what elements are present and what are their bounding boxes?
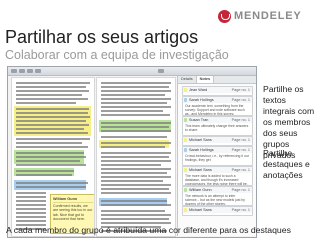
annotation-author: Sarah Hollings bbox=[189, 98, 214, 102]
annotation-page: Page no. 1 bbox=[231, 88, 250, 92]
note-tool-icon[interactable] bbox=[35, 69, 41, 73]
annotation-text: Crowd-behaviour, i.e., by referencing it… bbox=[185, 154, 249, 162]
annotation-card[interactable]: Michael Sans Page no. 1 bbox=[182, 136, 253, 146]
annotation-card[interactable]: Sarah Hollings Page no. 1 Crowd-behaviour,… bbox=[182, 146, 253, 166]
annotation-card[interactable]: Jean Ward Page no. 1 bbox=[182, 86, 253, 96]
annotation-header: Sarah Hollings Page no. 1 bbox=[183, 147, 252, 153]
annotation-author: Michael Sans bbox=[189, 208, 212, 212]
annotation-author: William Gunn bbox=[189, 188, 212, 192]
annotation-card[interactable]: Sarah Hollings Page no. 1 Our academic tex… bbox=[182, 96, 253, 116]
slide-subtitle: Colaborar com a equipa de investigação bbox=[5, 48, 229, 62]
pdf-page-left: William Gunn Confirmed results, we are s… bbox=[11, 77, 95, 237]
annotation-color-swatch bbox=[184, 148, 187, 152]
annotation-text: Our academic text, something from the su… bbox=[185, 104, 245, 116]
pdf-viewer-toolbar bbox=[8, 67, 256, 76]
annotation-color-swatch bbox=[184, 138, 187, 142]
caption-highlights: Partilhe destaques e anotações bbox=[263, 148, 310, 180]
brand-name: MENDELEY bbox=[234, 10, 302, 22]
annotation-header: Michael Sans Page no. 1 bbox=[183, 167, 252, 173]
forward-icon[interactable] bbox=[19, 69, 25, 73]
annotation-page: Page no. 1 bbox=[231, 148, 250, 152]
highlight-tool-icon[interactable] bbox=[27, 69, 33, 73]
sticky-note-author: William Gunn bbox=[53, 197, 93, 203]
caption-bottom: A cada membro do grupo é atribuída uma c… bbox=[6, 225, 291, 235]
mendeley-logo: MENDELEY bbox=[218, 8, 302, 24]
annotation-color-swatch bbox=[184, 208, 187, 212]
annotation-color-swatch bbox=[184, 88, 187, 92]
annotation-card[interactable]: William Gunn Page no. 1 The network is an … bbox=[182, 186, 253, 206]
annotation-text: The network is an attempt to infer scien… bbox=[185, 194, 245, 206]
annotation-color-swatch bbox=[184, 98, 187, 102]
annotation-color-swatch bbox=[184, 118, 187, 122]
annotations-panel: Details Notes Jean Ward Page no. 1 Sarah H… bbox=[177, 76, 256, 236]
tab-notes[interactable]: Notes bbox=[196, 76, 215, 83]
annotation-header: William Gunn Page no. 1 bbox=[183, 187, 252, 193]
tab-details[interactable]: Details bbox=[178, 76, 197, 83]
annotation-color-swatch bbox=[184, 188, 187, 192]
app-screenshot: William Gunn Confirmed results, we are s… bbox=[7, 66, 257, 238]
annotation-header: Jean Ward Page no. 1 bbox=[183, 87, 252, 93]
annotation-page: Page no. 1 bbox=[231, 188, 250, 192]
annotation-author: Susan Tran bbox=[189, 118, 209, 122]
annotation-color-swatch bbox=[184, 168, 187, 172]
annotation-header: Susan Tran Page no. 1 bbox=[183, 117, 252, 123]
slide-title: Partilhar os seus artigos bbox=[5, 27, 199, 47]
annotation-page: Page no. 1 bbox=[231, 208, 250, 212]
mendeley-logo-icon bbox=[218, 9, 231, 23]
annotation-page: Page no. 1 bbox=[231, 118, 250, 122]
annotation-page: Page no. 1 bbox=[231, 98, 250, 102]
pdf-page-right bbox=[96, 77, 176, 237]
annotation-author: Sarah Hollings bbox=[189, 148, 214, 152]
annotation-author: Michael Sans bbox=[189, 138, 212, 142]
annotation-card[interactable]: Susan Tran Page no. 1 This team ultimately… bbox=[182, 116, 253, 136]
back-icon[interactable] bbox=[11, 69, 17, 73]
annotation-header: Michael Sans Page no. 1 bbox=[183, 137, 252, 143]
panel-tabs: Details Notes bbox=[178, 76, 256, 84]
annotation-text: This team ultimately change their answer… bbox=[185, 124, 249, 132]
sticky-note-text: Confirmed results, we are seeing this to… bbox=[53, 203, 93, 222]
annotation-card[interactable]: Michael Sans Page no. 1 The more data is a… bbox=[182, 166, 253, 186]
annotation-header: Michael Sans Page no. 1 bbox=[183, 207, 252, 213]
zoom-icon[interactable] bbox=[158, 69, 164, 73]
annotation-header: Sarah Hollings Page no. 1 bbox=[183, 97, 252, 103]
annotation-card[interactable]: Michael Sans Page no. 1 bbox=[182, 206, 253, 216]
annotation-page: Page no. 1 bbox=[231, 138, 250, 142]
annotation-text: The more data is added to such a databas… bbox=[185, 174, 248, 186]
annotation-page: Page no. 1 bbox=[231, 168, 250, 172]
annotation-author: Michael Sans bbox=[189, 168, 212, 172]
annotation-author: Jean Ward bbox=[189, 88, 208, 92]
